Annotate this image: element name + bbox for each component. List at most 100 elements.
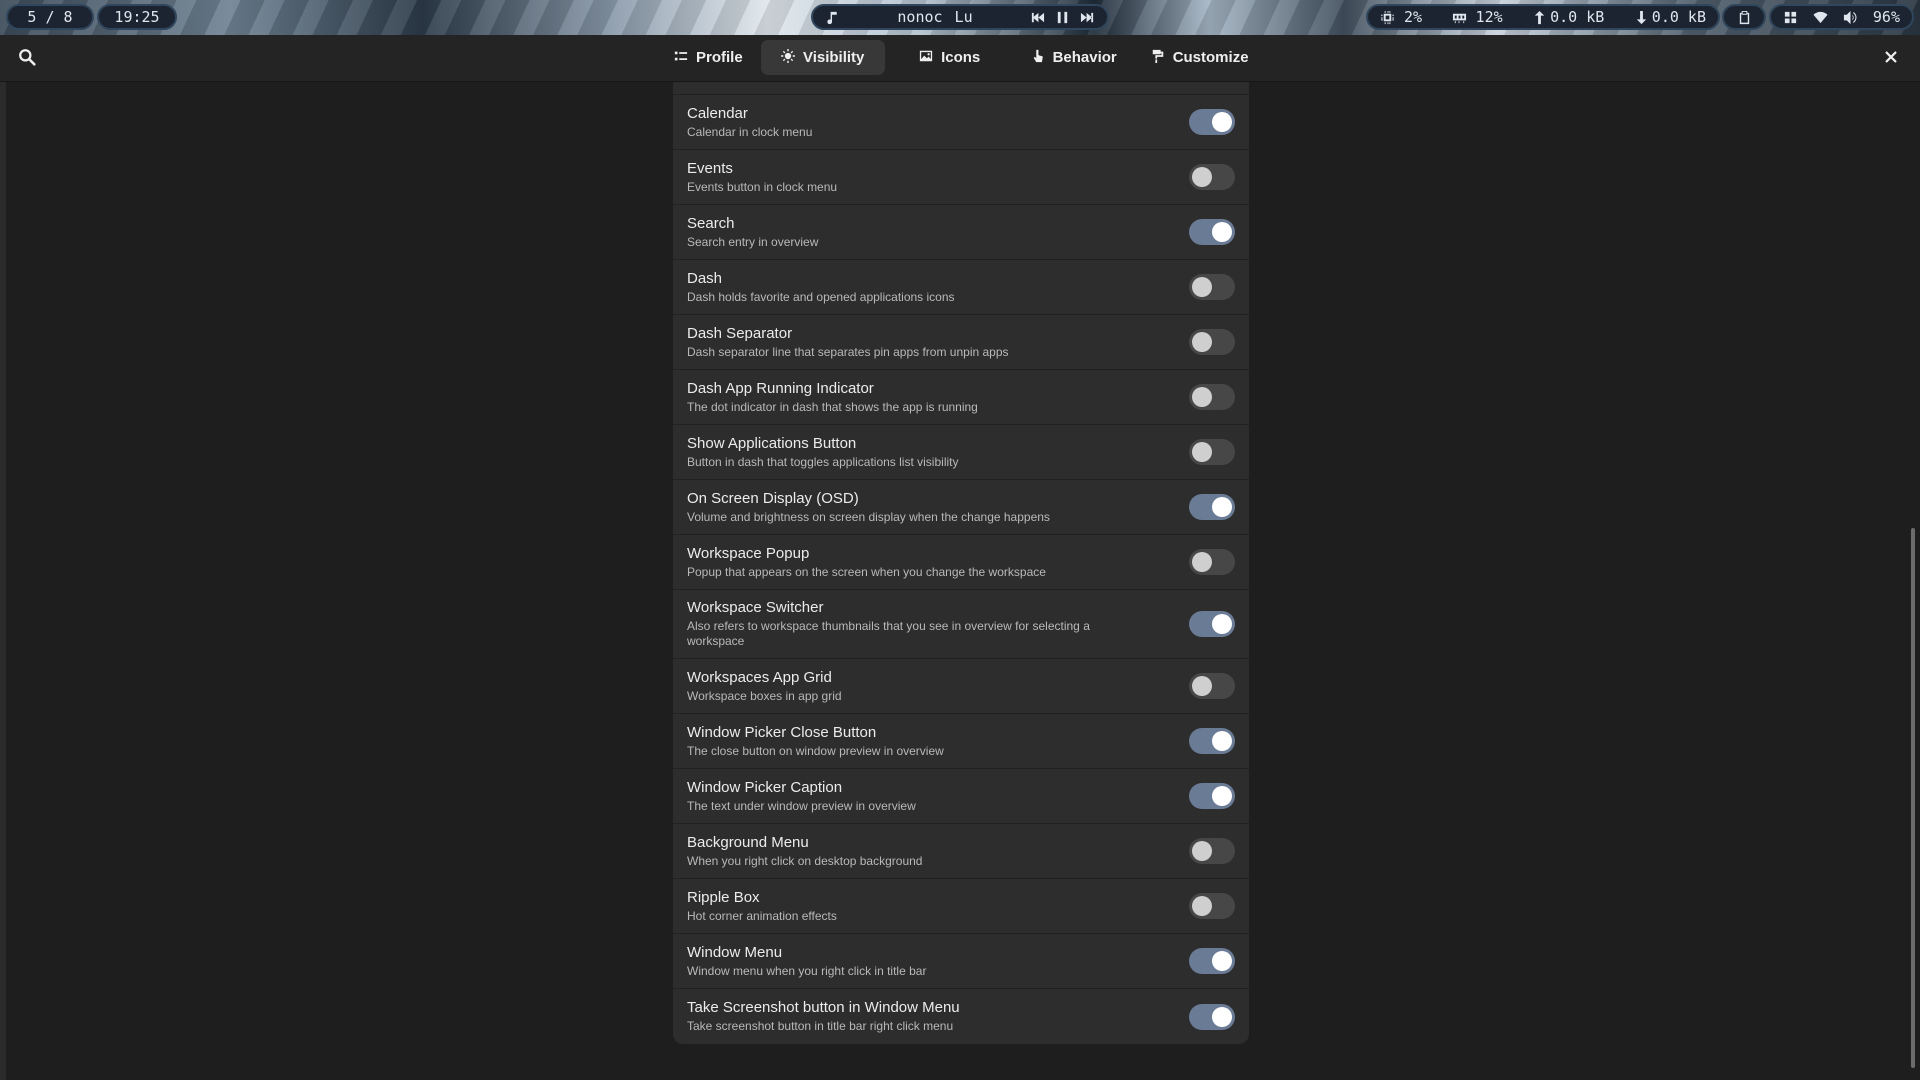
skip-back-icon[interactable] [1030,10,1045,25]
grid-icon [1783,10,1798,25]
setting-text: Show Applications Button Button in dash t… [687,435,1147,470]
setting-title: Ripple Box [687,888,760,906]
clock-label: 19:25 [114,8,160,26]
top-panel: 5 / 8 19:25 nonoc Lu 2% 12% 0.0 kB 0.0 k… [0,0,1920,35]
tab-visibility-label: Visibility [802,49,865,66]
toggle-switch[interactable] [1189,109,1235,135]
toggle-switch[interactable] [1189,838,1235,864]
image-icon [919,49,933,67]
setting-row[interactable]: On Screen Display (OSD) Volume and bright… [673,480,1249,535]
toggle-switch[interactable] [1189,219,1235,245]
toggle-switch[interactable] [1189,611,1235,637]
setting-row[interactable]: Window Picker Caption The text under wind… [673,769,1249,824]
setting-row[interactable]: Show Applications Button Button in dash t… [673,425,1249,480]
tab-icons[interactable]: Icons [891,40,1009,75]
setting-row[interactable]: Background Menu When you right click on d… [673,824,1249,879]
setting-text: Window Picker Close Button The close butt… [687,724,1147,759]
tab-customize[interactable]: Customize [1139,40,1261,75]
setting-title: Dash App Running Indicator [687,379,874,397]
toggle-switch[interactable] [1189,948,1235,974]
toggle-knob [1212,112,1232,132]
toggle-switch[interactable] [1189,329,1235,355]
toggle-switch[interactable] [1189,783,1235,809]
toggle-switch[interactable] [1189,384,1235,410]
setting-text: Dash Dash holds favorite and opened appli… [687,270,1147,305]
setting-row[interactable]: Workspaces App Grid Workspace boxes in ap… [673,659,1249,714]
clipboard-button[interactable] [1722,4,1766,30]
tab-visibility[interactable]: Visibility [760,40,885,75]
system-monitor[interactable]: 2% 12% 0.0 kB 0.0 kB [1366,4,1720,30]
sun-icon [780,48,795,67]
toggle-switch[interactable] [1189,549,1235,575]
toggle-switch[interactable] [1189,728,1235,754]
setting-title: Workspace Switcher [687,599,824,616]
toggle-switch[interactable] [1189,893,1235,919]
close-icon [1884,50,1898,69]
side-border [0,82,6,1080]
setting-text: Dash Separator Dash separator line that s… [687,325,1147,360]
setting-subtitle: Volume and brightness on screen display … [687,509,1050,524]
setting-text: Take Screenshot button in Window Menu Tak… [687,999,1147,1034]
setting-row[interactable]: Calendar Calendar in clock menu [673,95,1249,150]
setting-title: Window Picker Caption [687,778,843,796]
toggle-knob [1212,786,1232,806]
toggle-knob [1192,676,1212,696]
setting-row[interactable]: Ripple Box Hot corner animation effects [673,879,1249,934]
setting-row[interactable]: Search Search entry in overview [673,205,1249,260]
pointer-icon [1031,49,1045,67]
setting-title: Dash Separator [687,324,793,342]
setting-text: Workspace Switcher Also refers to workspa… [687,599,1147,649]
toggle-knob [1212,951,1232,971]
arrow-down-icon [1634,10,1649,25]
setting-row[interactable]: WeatherWeather in clock menu [673,82,1249,95]
arrow-up-icon [1532,10,1547,25]
paint-icon [1151,49,1165,67]
setting-subtitle: Also refers to workspace thumbnails that… [687,619,1090,648]
setting-title: Calendar [687,104,748,122]
setting-row[interactable]: Events Events button in clock menu [673,150,1249,205]
setting-row[interactable]: Window Menu Window menu when you right cl… [673,934,1249,989]
toggle-knob [1212,222,1232,242]
close-button[interactable] [1879,47,1903,71]
tab-profile[interactable]: Profile [662,40,755,75]
ram-usage: 12% [1475,8,1503,26]
setting-row[interactable]: Dash Separator Dash separator line that s… [673,315,1249,370]
setting-row[interactable]: Workspace Switcher Also refers to workspa… [673,590,1249,659]
quick-settings[interactable]: 96% [1769,4,1914,30]
setting-text: Window Menu Window menu when you right cl… [687,944,1147,979]
tab-behavior-label: Behavior [1052,49,1117,66]
list-icon [674,49,688,67]
setting-text: WeatherWeather in clock menu [687,82,1147,85]
setting-row[interactable]: Take Screenshot button in Window Menu Tak… [673,989,1249,1044]
scrollbar[interactable] [1911,528,1915,1068]
skip-forward-icon[interactable] [1080,10,1095,25]
setting-subtitle: Workspace boxes in app grid [687,688,842,703]
setting-row[interactable]: Dash App Running Indicator The dot indica… [673,370,1249,425]
toggle-switch[interactable] [1189,274,1235,300]
search-button[interactable] [18,48,40,70]
setting-subtitle: Popup that appears on the screen when yo… [687,564,1046,579]
toggle-knob [1212,614,1232,634]
setting-text: Search Search entry in overview [687,215,1147,250]
pause-icon[interactable] [1055,10,1070,25]
setting-row[interactable]: Dash Dash holds favorite and opened appli… [673,260,1249,315]
setting-row[interactable]: Workspace Popup Popup that appears on the… [673,535,1249,590]
setting-text: Window Picker Caption The text under wind… [687,779,1147,814]
cpu-usage: 2% [1404,8,1423,26]
workspace-indicator[interactable]: 5 / 8 [6,4,94,30]
toggle-switch[interactable] [1189,439,1235,465]
setting-row[interactable]: Window Picker Close Button The close butt… [673,714,1249,769]
toggle-switch[interactable] [1189,164,1235,190]
setting-title: Events [687,159,733,177]
setting-title: Show Applications Button [687,434,857,452]
setting-text: On Screen Display (OSD) Volume and bright… [687,490,1147,525]
preferences-content: WeatherWeather in clock menu CalendarCale… [0,82,1920,1080]
clock-button[interactable]: 19:25 [97,4,177,30]
toggle-switch[interactable] [1189,494,1235,520]
setting-subtitle: The text under window preview in overvie… [687,798,916,813]
toggle-switch[interactable] [1189,1003,1235,1030]
toggle-switch[interactable] [1189,673,1235,699]
wifi-icon [1813,10,1828,25]
tab-behavior[interactable]: Behavior [1015,40,1133,75]
toggle-knob [1192,896,1212,916]
